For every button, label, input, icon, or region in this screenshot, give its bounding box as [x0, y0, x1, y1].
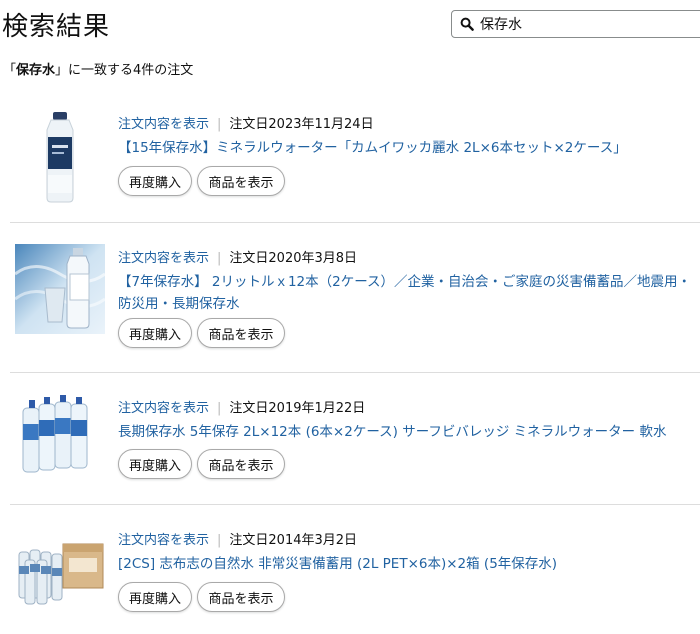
view-order-details-link[interactable]: 注文内容を表示: [118, 401, 209, 416]
order-meta: 注文内容を表示 | 注文日2019年1月22日: [118, 401, 366, 416]
order-row: 注文内容を表示 | 注文日2020年3月8日 【7年保存水】 2リットルｘ12本（2…: [10, 222, 700, 373]
order-row: 注文内容を表示 | 注文日2023年11月24日 【15年保存水】ミネラルウォーター…: [10, 95, 700, 223]
order-meta: 注文内容を表示 | 注文日2023年11月24日: [118, 117, 374, 132]
order-meta: 注文内容を表示 | 注文日2020年3月8日: [118, 251, 358, 266]
buy-again-button[interactable]: 再度購入: [118, 449, 192, 479]
search-icon: [460, 17, 474, 31]
buy-again-button[interactable]: 再度購入: [118, 582, 192, 612]
product-image[interactable]: [15, 394, 105, 479]
order-meta: 注文内容を表示 | 注文日2014年3月2日: [118, 533, 358, 548]
order-date: 注文日2023年11月24日: [229, 117, 374, 132]
view-item-button[interactable]: 商品を表示: [197, 318, 285, 348]
buy-again-button[interactable]: 再度購入: [118, 166, 192, 196]
product-title-link[interactable]: 【7年保存水】 2リットルｘ12本（2ケース）／企業・自治会・ご家庭の災害備蓄品…: [118, 271, 700, 315]
product-title-link[interactable]: 【15年保存水】ミネラルウォーター「カムイワッカ麗水 2L×6本セット×2ケース…: [118, 137, 700, 159]
order-row: 注文内容を表示 | 注文日2014年3月2日 [2CS] 志布志の自然水 非常災害備…: [10, 504, 700, 634]
order-date: 注文日2014年3月2日: [229, 533, 358, 548]
view-order-details-link[interactable]: 注文内容を表示: [118, 251, 209, 266]
order-date: 注文日2020年3月8日: [229, 251, 358, 266]
view-order-details-link[interactable]: 注文内容を表示: [118, 117, 209, 132]
view-item-button[interactable]: 商品を表示: [197, 166, 285, 196]
view-item-button[interactable]: 商品を表示: [197, 449, 285, 479]
results-summary: 「保存水」に一致する4件の注文: [3, 59, 193, 78]
search-input[interactable]: [480, 16, 680, 32]
product-title-link[interactable]: 長期保存水 5年保存 2L×12本 (6本×2ケース) サーフビバレッジ ミネラ…: [118, 421, 700, 443]
order-date: 注文日2019年1月22日: [229, 401, 366, 416]
page-title: 検索結果: [2, 12, 111, 42]
search-box[interactable]: [451, 10, 700, 38]
summary-keyword: 保存水: [16, 63, 56, 78]
view-item-button[interactable]: 商品を表示: [197, 582, 285, 612]
view-order-details-link[interactable]: 注文内容を表示: [118, 533, 209, 548]
product-image[interactable]: [14, 244, 106, 334]
product-image[interactable]: [15, 109, 105, 204]
product-title-link[interactable]: [2CS] 志布志の自然水 非常災害備蓄用 (2L PET×6本)×2箱 (5年…: [118, 553, 700, 575]
product-image[interactable]: [15, 538, 105, 608]
order-row: 注文内容を表示 | 注文日2019年1月22日 長期保存水 5年保存 2L×12本 …: [10, 372, 700, 505]
buy-again-button[interactable]: 再度購入: [118, 318, 192, 348]
summary-open-quote: 「: [3, 63, 17, 78]
summary-text: 」に一致する4件の注文: [55, 63, 194, 78]
